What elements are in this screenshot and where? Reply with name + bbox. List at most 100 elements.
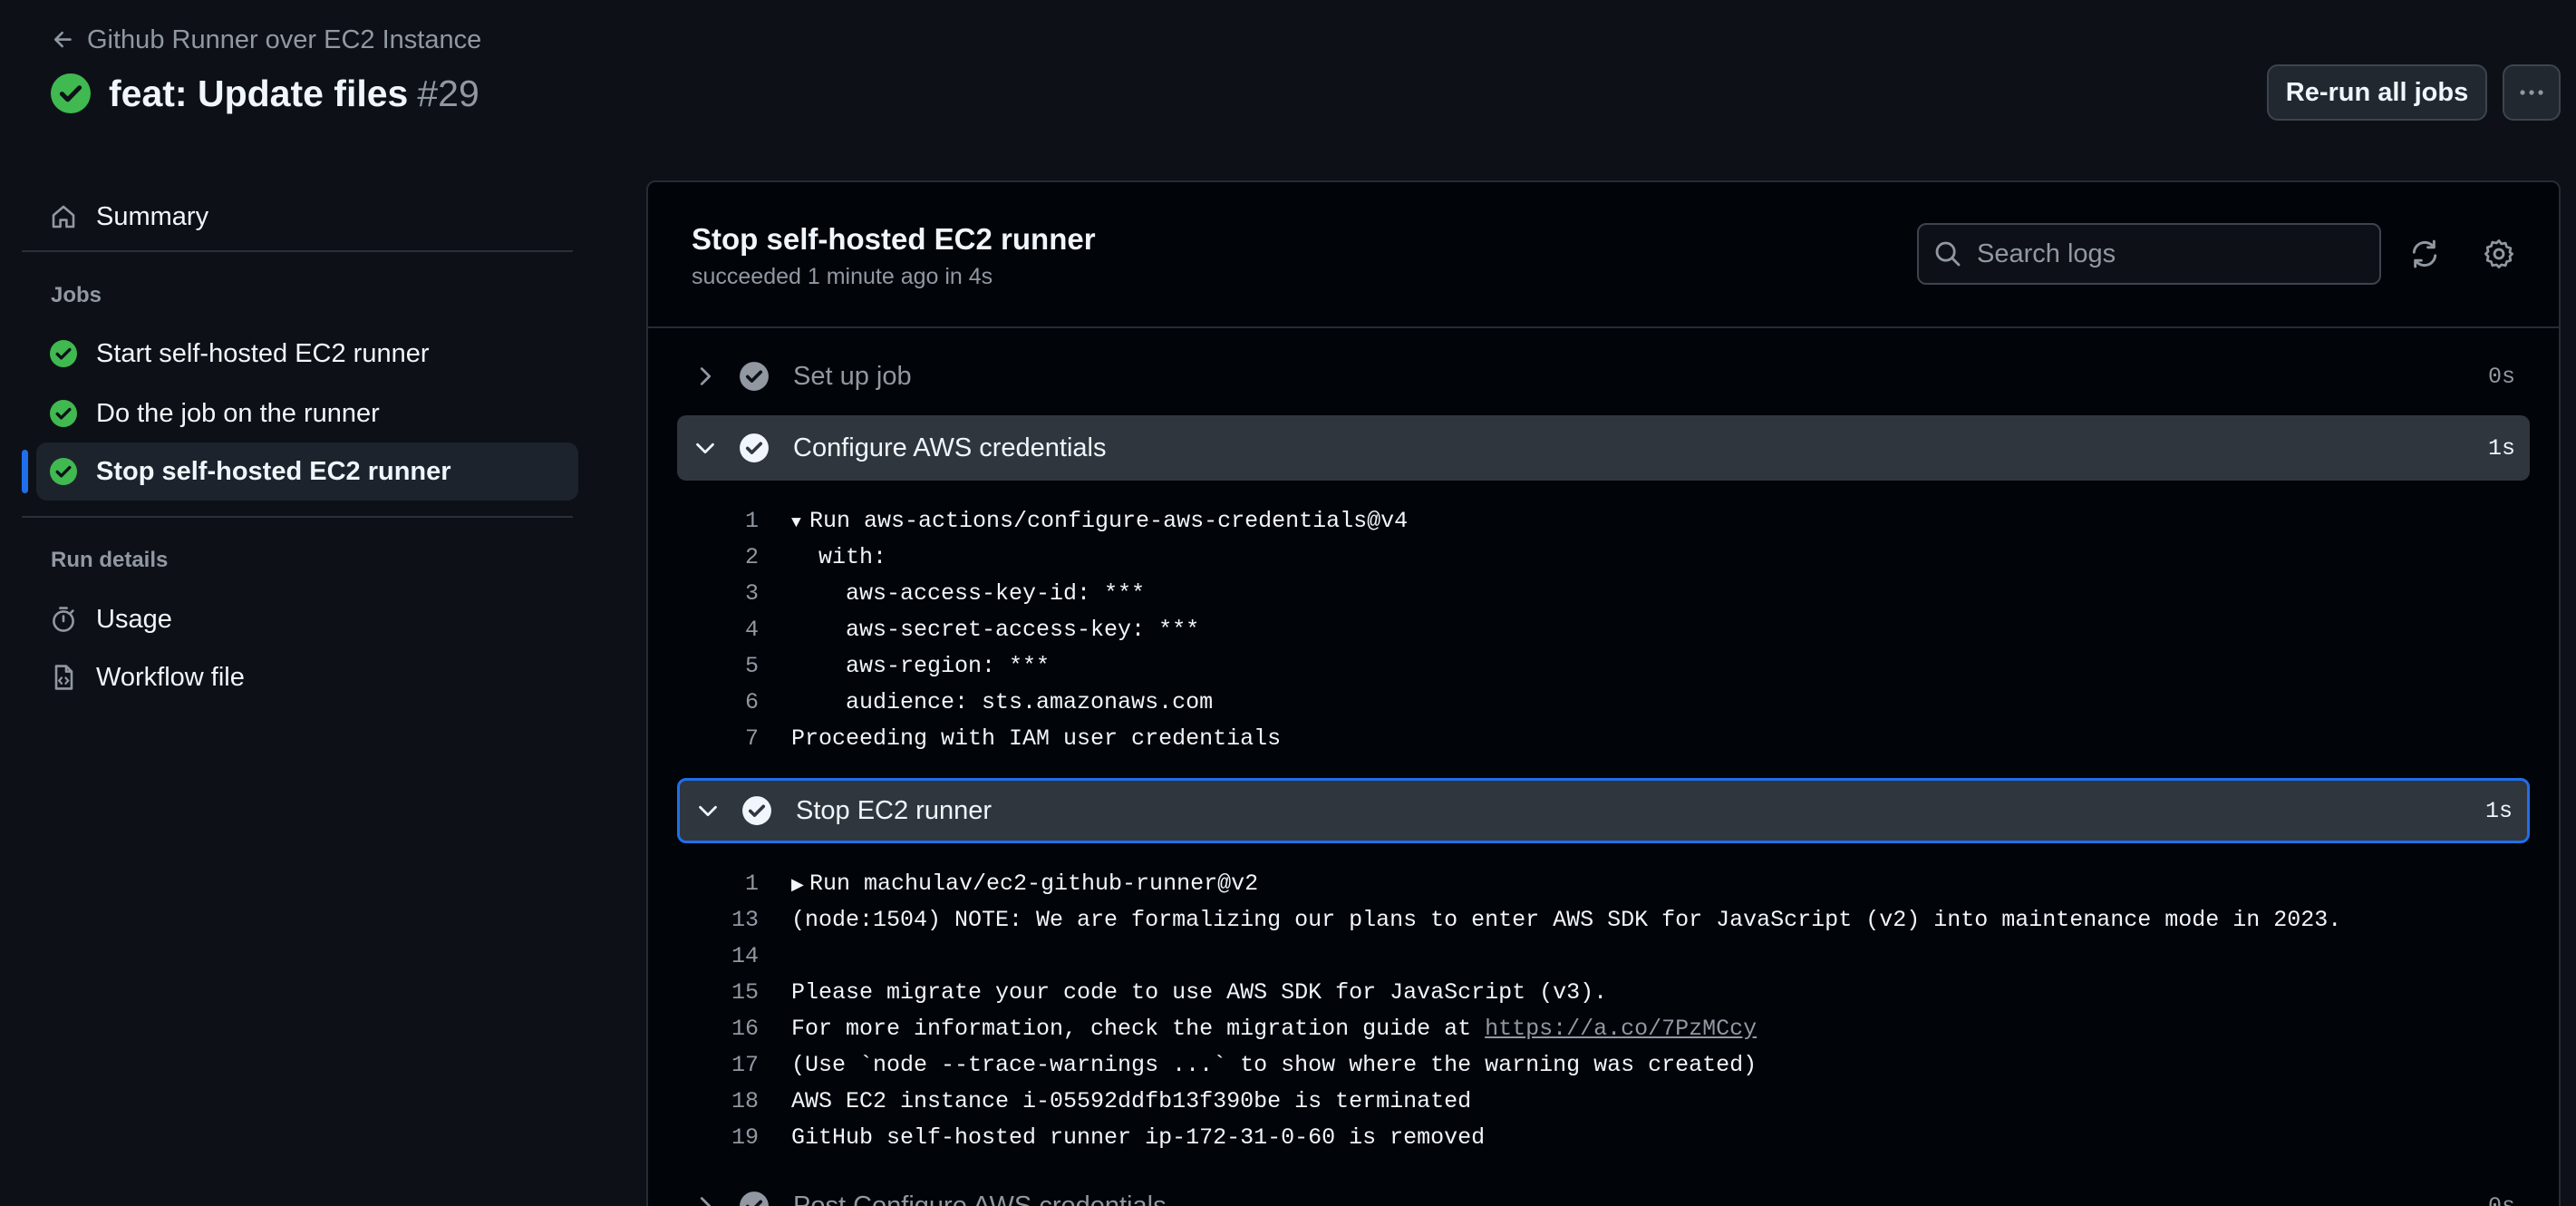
back-link[interactable]: Github Runner over EC2 Instance — [51, 24, 481, 56]
sidebar-item-workflow-file[interactable]: Workflow file — [36, 648, 578, 706]
stopwatch-icon — [53, 607, 74, 632]
log-text: For more information, check the migratio… — [791, 1015, 1486, 1042]
log-line: 5 aws-region: *** — [677, 647, 2530, 684]
line-number[interactable]: 7 — [677, 725, 759, 752]
line-number[interactable]: 4 — [677, 617, 759, 643]
sidebar-job-start-runner[interactable]: Start self-hosted EC2 runner — [36, 325, 578, 383]
run-details-heading: Run details — [51, 548, 169, 572]
line-number[interactable]: 1 — [677, 870, 759, 897]
check-circle-icon — [740, 433, 769, 462]
job-header: Stop self-hosted EC2 runner succeeded 1 … — [648, 182, 2559, 328]
success-check-icon — [50, 400, 77, 427]
job-log-panel: Stop self-hosted EC2 runner succeeded 1 … — [646, 180, 2561, 1206]
log-line: 19 GitHub self-hosted runner ip-172-31-0-… — [677, 1119, 2530, 1155]
log-block-configure: 1 ▼ Run aws-actions/configure-aws-credenti… — [677, 502, 2530, 756]
chevron-right-icon — [700, 1197, 712, 1206]
job-status-text: succeeded 1 minute ago in 4s — [692, 264, 993, 289]
log-line: 16 For more information, check the migrat… — [677, 1010, 2530, 1046]
line-number[interactable]: 19 — [677, 1124, 759, 1151]
settings-button[interactable] — [2479, 234, 2519, 274]
log-text: aws-access-key-id: *** — [791, 579, 1146, 607]
search-logs-input[interactable] — [1977, 238, 2358, 269]
check-circle-icon — [740, 1191, 769, 1206]
line-number[interactable]: 18 — [677, 1088, 759, 1114]
step-name: Stop EC2 runner — [796, 795, 993, 825]
collapse-triangle[interactable]: ▼ — [791, 514, 809, 532]
sidebar-item-label: Stop self-hosted EC2 runner — [96, 456, 451, 486]
success-check-icon — [50, 458, 77, 485]
line-number[interactable]: 6 — [677, 689, 759, 715]
sidebar-job-do-job[interactable]: Do the job on the runner — [36, 384, 578, 443]
step-duration: 1s — [2487, 434, 2515, 462]
log-text: aws-secret-access-key: *** — [791, 616, 1200, 643]
back-link-label: Github Runner over EC2 Instance — [87, 24, 482, 54]
log-text: (node:1504) NOTE: We are formalizing our… — [791, 906, 2342, 933]
log-line: 14 — [677, 938, 2530, 974]
log-text: GitHub self-hosted runner ip-172-31-0-60… — [791, 1123, 1486, 1151]
run-title-text: feat: Update files — [109, 72, 409, 114]
active-indicator — [22, 450, 28, 493]
workflow-run-page: Github Runner over EC2 Instance feat: Up… — [0, 0, 2576, 1206]
refresh-button[interactable] — [2405, 234, 2445, 274]
search-logs-field[interactable] — [1917, 223, 2381, 285]
run-title-row: feat: Update files #29 — [51, 67, 479, 120]
log-line: 17 (Use `node --trace-warnings ...` to sh… — [677, 1046, 2530, 1083]
step-stop-ec2-runner[interactable]: Stop EC2 runner 1s — [677, 778, 2530, 843]
line-number[interactable]: 15 — [677, 979, 759, 1006]
run-number: #29 — [417, 72, 479, 114]
expand-triangle[interactable]: ▶ — [791, 875, 809, 895]
line-number[interactable]: 1 — [677, 508, 759, 534]
log-text: Proceeding with IAM user credentials — [791, 725, 1282, 752]
gear-icon — [2484, 239, 2513, 268]
line-number[interactable]: 16 — [677, 1016, 759, 1042]
chevron-down-icon — [696, 443, 714, 454]
line-number[interactable]: 13 — [677, 907, 759, 933]
step-set-up-job[interactable]: Set up job 0s — [677, 344, 2530, 409]
line-number[interactable]: 17 — [677, 1052, 759, 1078]
line-number[interactable]: 14 — [677, 943, 759, 969]
sidebar-item-label: Summary — [96, 201, 209, 231]
step-duration: 0s — [2487, 1192, 2515, 1206]
line-number[interactable]: 3 — [677, 580, 759, 607]
kebab-horizontal-icon — [2520, 90, 2543, 95]
log-line: 15 Please migrate your code to use AWS SD… — [677, 974, 2530, 1010]
log-line: 13 (node:1504) NOTE: We are formalizing o… — [677, 901, 2530, 938]
page-title: feat: Update files #29 — [109, 73, 479, 115]
sidebar-item-label: Do the job on the runner — [96, 398, 380, 428]
line-number[interactable]: 2 — [677, 544, 759, 570]
step-name: Set up job — [793, 361, 912, 391]
chevron-down-icon — [699, 805, 717, 817]
log-text: (Use `node --trace-warnings ...` to show… — [791, 1051, 1758, 1078]
success-check-icon — [50, 340, 77, 367]
sync-icon — [2412, 239, 2437, 268]
step-name: Configure AWS credentials — [793, 433, 1107, 462]
sidebar-item-label: Workflow file — [96, 662, 245, 692]
log-text: Please migrate your code to use AWS SDK … — [791, 978, 1608, 1006]
sidebar-item-summary[interactable]: Summary — [36, 188, 578, 246]
log-text: with: — [791, 543, 887, 570]
log-text: AWS EC2 instance i-05592ddfb13f390be is … — [791, 1087, 1472, 1114]
sidebar-item-label: Usage — [96, 604, 172, 634]
log-line: 7 Proceeding with IAM user credentials — [677, 720, 2530, 756]
sidebar-divider — [22, 516, 573, 518]
home-icon — [52, 205, 75, 229]
step-configure-aws-credentials[interactable]: Configure AWS credentials 1s — [677, 415, 2530, 481]
log-line: 1 ▼ Run aws-actions/configure-aws-credenti… — [677, 502, 2530, 539]
file-code-icon — [54, 665, 73, 690]
search-icon — [1935, 241, 1961, 267]
step-post-configure-aws-credentials[interactable]: Post Configure AWS credentials 0s — [677, 1173, 2530, 1206]
migration-guide-link[interactable]: https://a.co/7PzMCcy — [1485, 1016, 1757, 1042]
sidebar-item-label: Start self-hosted EC2 runner — [96, 338, 430, 368]
log-line: 1 ▶ Run machulav/ec2-github-runner@v2 — [677, 865, 2530, 901]
rerun-all-jobs-button[interactable]: Re-run all jobs — [2267, 64, 2487, 121]
log-line: 2 with: — [677, 539, 2530, 575]
sidebar-item-usage[interactable]: Usage — [36, 590, 578, 648]
log-line: 4 aws-secret-access-key: *** — [677, 611, 2530, 647]
log-block-stop-runner: 1 ▶ Run machulav/ec2-github-runner@v2 13 (n… — [677, 865, 2530, 1155]
chevron-right-icon — [700, 367, 712, 385]
log-text: Run aws-actions/configure-aws-credential… — [809, 507, 1409, 534]
more-options-button[interactable] — [2503, 64, 2561, 121]
sidebar-job-stop-runner[interactable]: Stop self-hosted EC2 runner — [36, 443, 578, 501]
line-number[interactable]: 5 — [677, 653, 759, 679]
step-duration: 1s — [2484, 797, 2513, 824]
